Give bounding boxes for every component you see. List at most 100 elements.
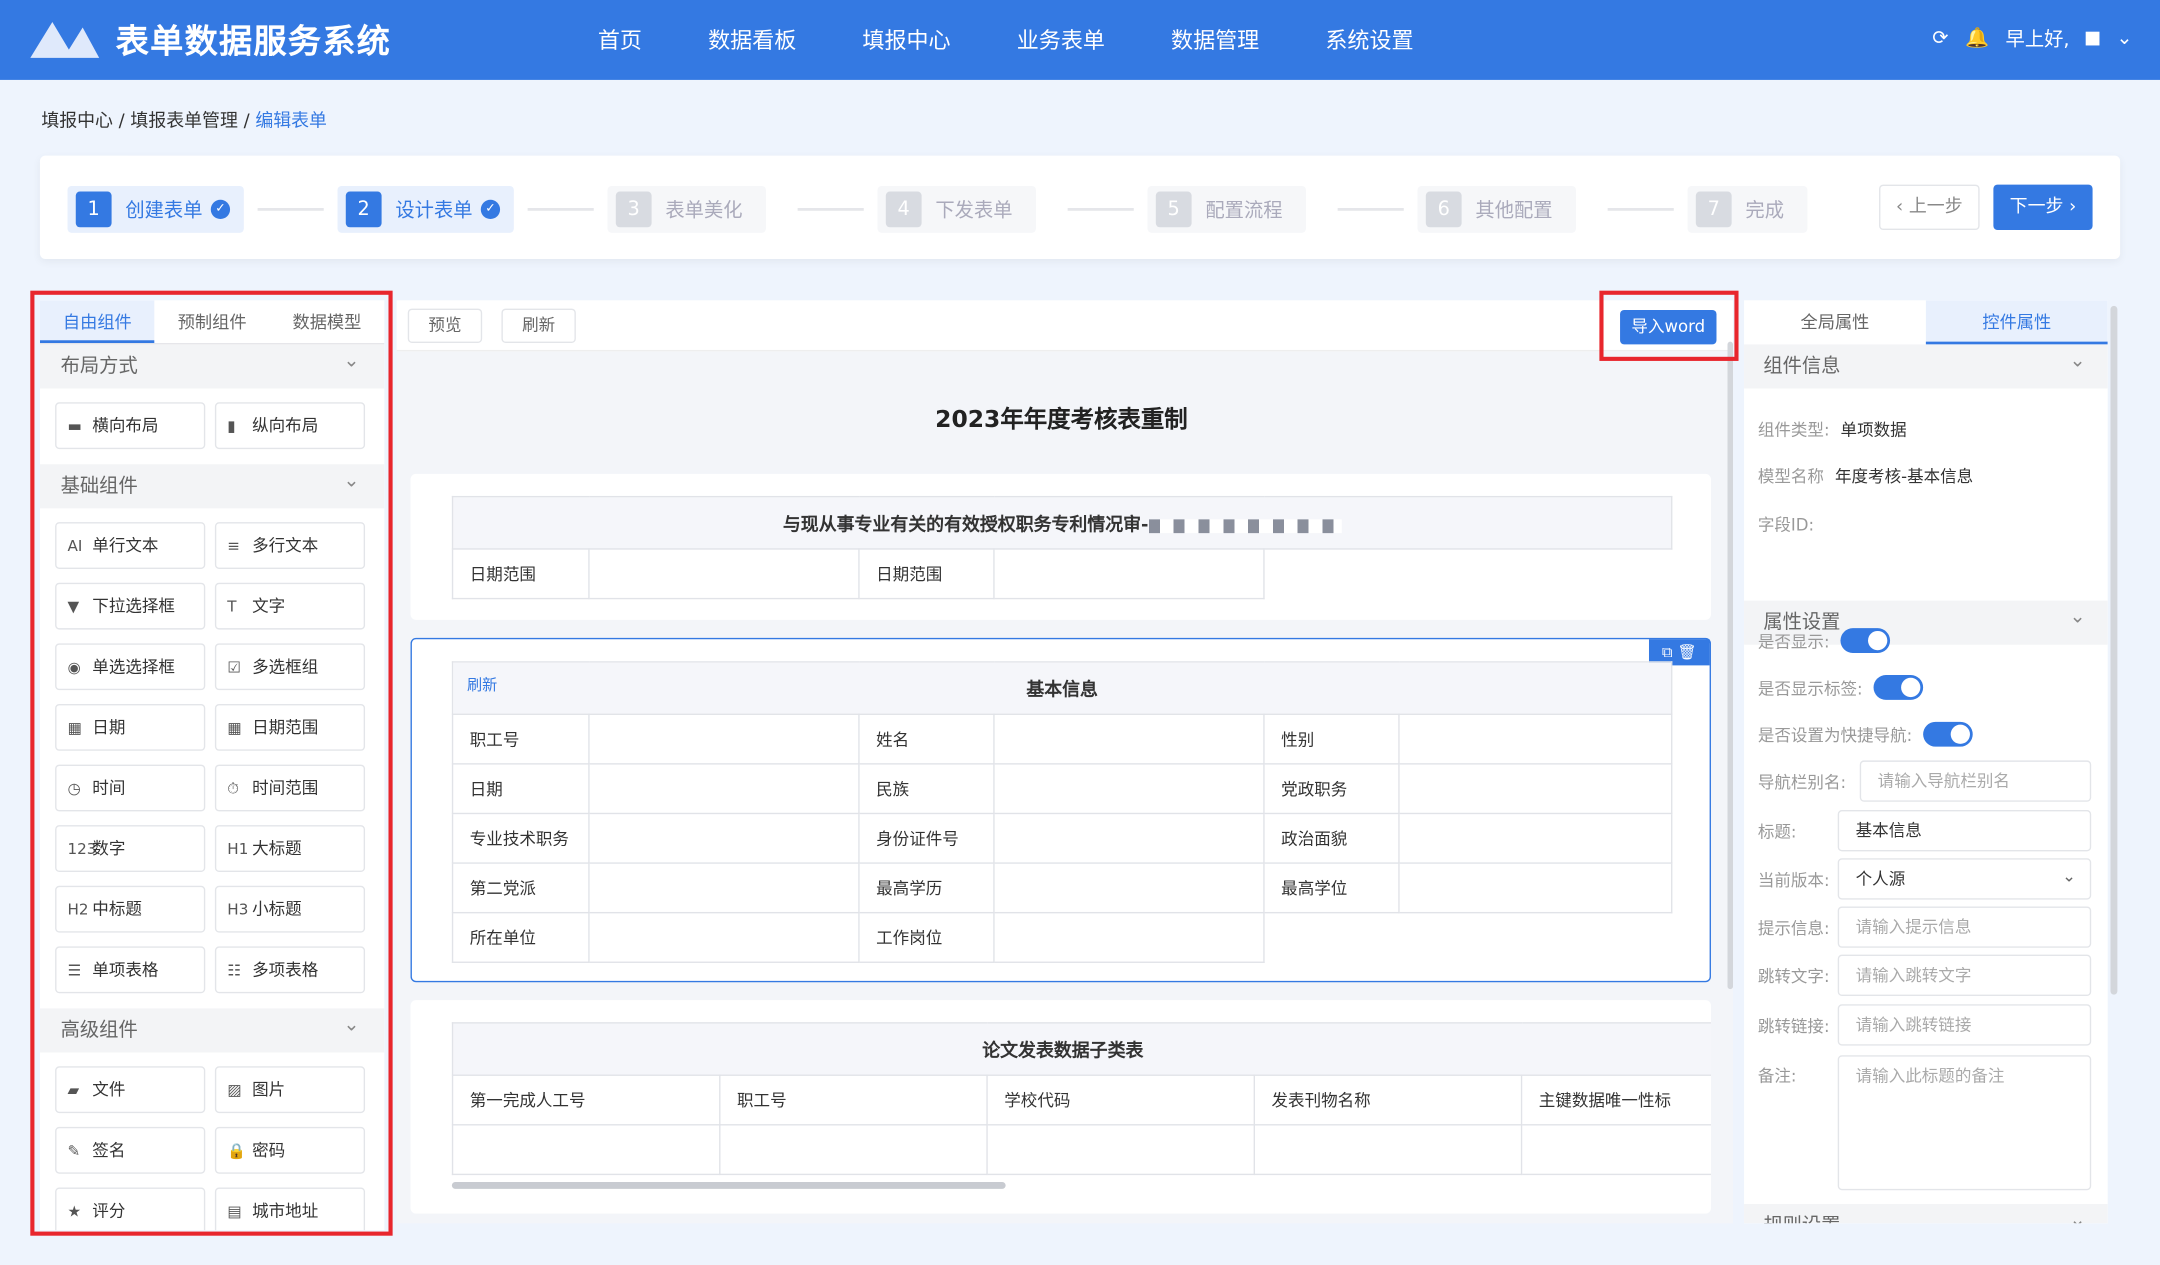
field-value[interactable] — [993, 713, 1265, 765]
redacted-text — [1148, 518, 1342, 533]
label: 是否显示标签: — [1757, 678, 1863, 698]
step-label: 表单美化 — [665, 199, 743, 222]
field-value[interactable] — [993, 548, 1265, 600]
show-label-toggle[interactable] — [1873, 675, 1924, 700]
remark-textarea[interactable]: 请输入此标题的备注 — [1837, 1055, 2092, 1191]
next-step-button[interactable]: 下一步 › — [1993, 184, 2093, 231]
column-header: 发表刊物名称 — [1253, 1074, 1523, 1126]
field-value[interactable] — [588, 812, 860, 864]
nav-data-management[interactable]: 数据管理 — [1138, 0, 1292, 80]
section-title: 基本信息 — [1026, 680, 1098, 702]
field-value[interactable] — [1398, 763, 1673, 815]
step-label: 创建表单 — [125, 199, 203, 222]
jump-link-input[interactable]: 请输入跳转链接 — [1837, 1004, 2092, 1046]
label: 跳转链接: — [1757, 1016, 1830, 1036]
table-cell[interactable] — [1253, 1124, 1523, 1176]
step-number: 1 — [75, 191, 112, 228]
field-value[interactable] — [588, 713, 860, 765]
field-value[interactable] — [1398, 862, 1673, 914]
step-1[interactable]: 1 创建表单 ✓ — [67, 185, 244, 233]
prev-step-button[interactable]: ‹ 上一步 — [1879, 184, 1980, 231]
vertical-scrollbar[interactable] — [1727, 341, 1734, 990]
step-label: 完成 — [1745, 199, 1784, 222]
breadcrumb-item[interactable]: 填报中心 — [41, 112, 113, 133]
refresh-button[interactable]: 刷新 — [501, 308, 576, 344]
app-logo[interactable]: 表单数据服务系统 — [28, 14, 392, 62]
delete-icon[interactable]: 🗑 — [1677, 643, 1696, 661]
step-label: 设计表单 — [395, 199, 473, 222]
check-icon: ✓ — [210, 199, 231, 220]
step-3[interactable]: 3 表单美化 — [607, 185, 766, 233]
field-label: 身份证件号 — [858, 812, 995, 864]
greeting: 早上好, — [2005, 28, 2070, 51]
nav-home[interactable]: 首页 — [565, 0, 675, 80]
step-number: 3 — [615, 191, 652, 228]
horizontal-scrollbar[interactable] — [451, 1181, 1006, 1189]
step-7[interactable]: 7 完成 — [1687, 185, 1808, 233]
hint-input[interactable]: 请输入提示信息 — [1837, 906, 2092, 948]
show-toggle[interactable] — [1840, 628, 1891, 653]
field-label: 民族 — [858, 763, 995, 815]
main-nav: 首页 数据看板 填报中心 业务表单 数据管理 系统设置 — [565, 0, 1447, 80]
label: 提示信息: — [1757, 918, 1830, 939]
nav-report-center[interactable]: 填报中心 — [829, 0, 983, 80]
top-header: 表单数据服务系统 首页 数据看板 填报中心 业务表单 数据管理 系统设置 ⟳ 🔔… — [0, 0, 2160, 80]
quick-nav-toggle[interactable] — [1923, 721, 1973, 747]
step-2[interactable]: 2 设计表单 ✓ — [337, 185, 514, 233]
properties-panel: 全局属性 控件属性 组件信息 组件类型: 单项数据 模型名称年度考核-基本信息 字… — [1744, 300, 2108, 1224]
nav-alias-input[interactable]: 请输入导航栏别名 — [1859, 760, 2092, 802]
patent-section[interactable]: 与现从事专业有关的有效授权职务专利情况审- 日期范围 日期范围 — [410, 473, 1711, 620]
preview-button[interactable]: 预览 — [407, 308, 483, 344]
label: 标题: — [1757, 822, 1797, 842]
column-header: 学校代码 — [986, 1074, 1255, 1126]
component-info-header[interactable]: 组件信息 — [1744, 339, 2108, 389]
avatar[interactable] — [2086, 31, 2100, 46]
paper-subtable-section[interactable]: 论文发表数据子类表 第一完成人工号 职工号 学校代码 发表刊物名称 主键数据唯一性标 — [410, 1000, 1711, 1214]
field-value[interactable] — [588, 763, 860, 815]
refresh-cloud-icon[interactable]: ⟳ — [1932, 28, 1948, 50]
jump-text-input[interactable]: 请输入跳转文字 — [1837, 954, 2092, 997]
step-5[interactable]: 5 配置流程 — [1147, 185, 1306, 233]
version-select[interactable]: 个人源 ⌄ — [1837, 858, 2092, 900]
tab-control-properties[interactable]: 控件属性 — [1925, 300, 2108, 345]
field-value[interactable] — [993, 812, 1265, 864]
field-value[interactable] — [993, 862, 1265, 914]
field-value[interactable] — [1398, 713, 1673, 765]
nav-business-forms[interactable]: 业务表单 — [984, 0, 1138, 80]
label: 组件类型: — [1757, 420, 1830, 440]
logo-icon — [30, 21, 100, 58]
copy-icon[interactable]: ⧉ — [1662, 643, 1673, 661]
title-input[interactable]: 基本信息 — [1837, 810, 2092, 852]
right-scrollbar[interactable] — [2110, 305, 2118, 995]
breadcrumb-item[interactable]: 填报表单管理 — [130, 112, 237, 133]
chevron-down-icon[interactable]: ⌄ — [2116, 28, 2132, 50]
app-title: 表单数据服务系统 — [115, 22, 392, 61]
nav-dashboard[interactable]: 数据看板 — [675, 0, 829, 80]
field-label: 党政职务 — [1263, 763, 1400, 815]
nav-system-settings[interactable]: 系统设置 — [1292, 0, 1446, 80]
model-name-value: 年度考核-基本信息 — [1834, 467, 1974, 487]
field-value[interactable] — [588, 911, 860, 963]
field-label: 姓名 — [858, 713, 995, 765]
field-value[interactable] — [1398, 812, 1673, 864]
basic-info-section[interactable]: ⧉ 🗑 刷新 基本信息 职工号 姓名 性别 日期 民族 党政职务 专业技术职务 身份证件号 政治面… — [410, 637, 1711, 983]
field-label: 政治面貌 — [1263, 812, 1400, 864]
field-value[interactable] — [588, 548, 860, 600]
section-refresh-link[interactable]: 刷新 — [467, 674, 497, 696]
step-label: 其他配置 — [1475, 199, 1553, 222]
table-cell[interactable] — [986, 1124, 1255, 1176]
step-6[interactable]: 6 其他配置 — [1417, 185, 1576, 233]
rule-settings-header[interactable]: 规则设置 — [1744, 1199, 2108, 1224]
step-label: 下发表单 — [935, 199, 1013, 222]
table-cell[interactable] — [719, 1124, 988, 1176]
step-number: 6 — [1425, 191, 1462, 228]
field-value[interactable] — [993, 911, 1265, 963]
table-cell[interactable] — [1520, 1124, 1711, 1176]
bell-icon[interactable]: 🔔 — [1965, 28, 1989, 50]
field-value[interactable] — [588, 862, 860, 914]
field-label: 最高学历 — [858, 862, 995, 914]
table-cell[interactable] — [451, 1124, 721, 1176]
field-value[interactable] — [993, 763, 1265, 815]
tab-global-properties[interactable]: 全局属性 — [1744, 300, 1926, 344]
step-4[interactable]: 4 下发表单 — [877, 185, 1036, 233]
